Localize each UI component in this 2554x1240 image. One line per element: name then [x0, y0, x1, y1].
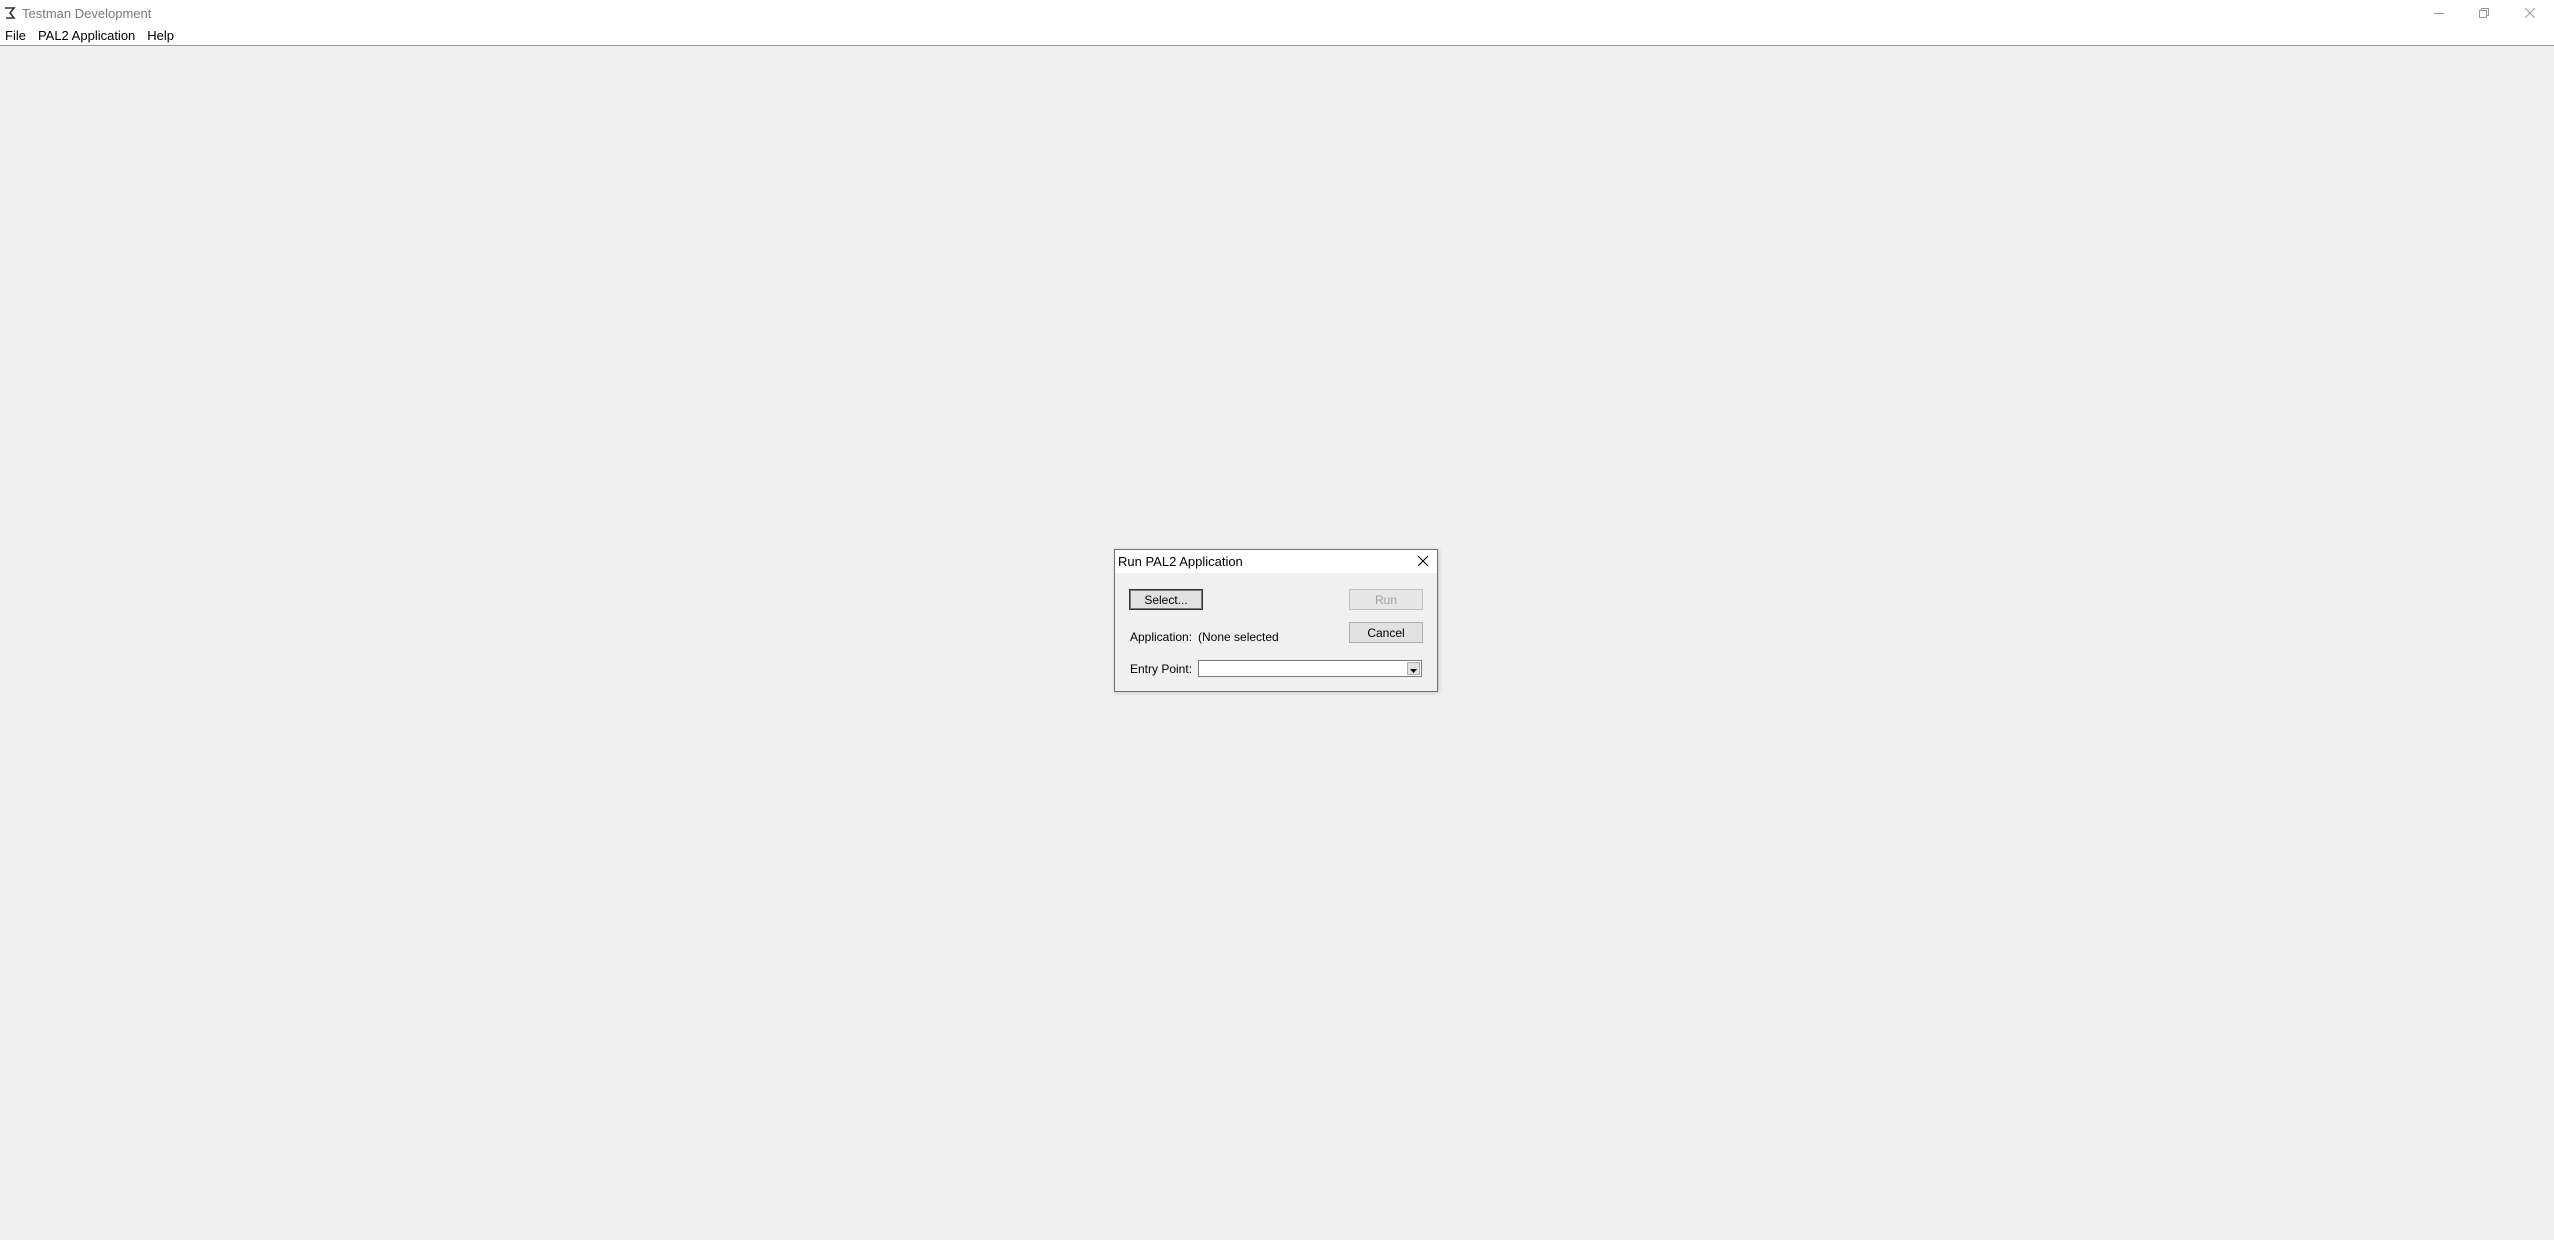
restore-icon	[2479, 6, 2489, 21]
run-button[interactable]: Run	[1349, 589, 1423, 610]
chevron-down-icon	[1410, 661, 1417, 676]
menu-pal2-application[interactable]: PAL2 Application	[33, 27, 142, 45]
entry-point-combobox[interactable]	[1198, 660, 1422, 677]
minimize-button[interactable]	[2416, 0, 2462, 27]
menu-help[interactable]: Help	[142, 27, 181, 45]
application-label: Application:	[1130, 630, 1193, 644]
close-icon	[1417, 554, 1429, 569]
main-window: Testman Development File PAL2 Applicatio…	[0, 0, 2554, 1240]
select-button[interactable]: Select...	[1129, 589, 1203, 610]
dialog-title: Run PAL2 Application	[1118, 554, 1243, 569]
menu-file[interactable]: File	[0, 27, 33, 45]
dialog-close-button[interactable]	[1410, 551, 1436, 572]
dropdown-button[interactable]	[1407, 662, 1420, 675]
app-icon[interactable]	[4, 6, 16, 20]
dialog-title-bar[interactable]: Run PAL2 Application	[1115, 550, 1437, 573]
window-title: Testman Development	[22, 6, 152, 21]
title-bar[interactable]: Testman Development	[0, 0, 2554, 27]
restore-button[interactable]	[2461, 0, 2507, 27]
close-icon	[2524, 6, 2536, 21]
minimize-icon	[2434, 6, 2444, 21]
menu-bar: File PAL2 Application Help	[0, 27, 2554, 46]
entry-point-label: Entry Point:	[1130, 662, 1193, 676]
close-button[interactable]	[2507, 0, 2553, 27]
cancel-button[interactable]: Cancel	[1349, 622, 1423, 643]
application-value: (None selected	[1198, 630, 1279, 644]
run-pal2-application-dialog: Run PAL2 Application Select... Run Cance…	[1114, 549, 1438, 692]
